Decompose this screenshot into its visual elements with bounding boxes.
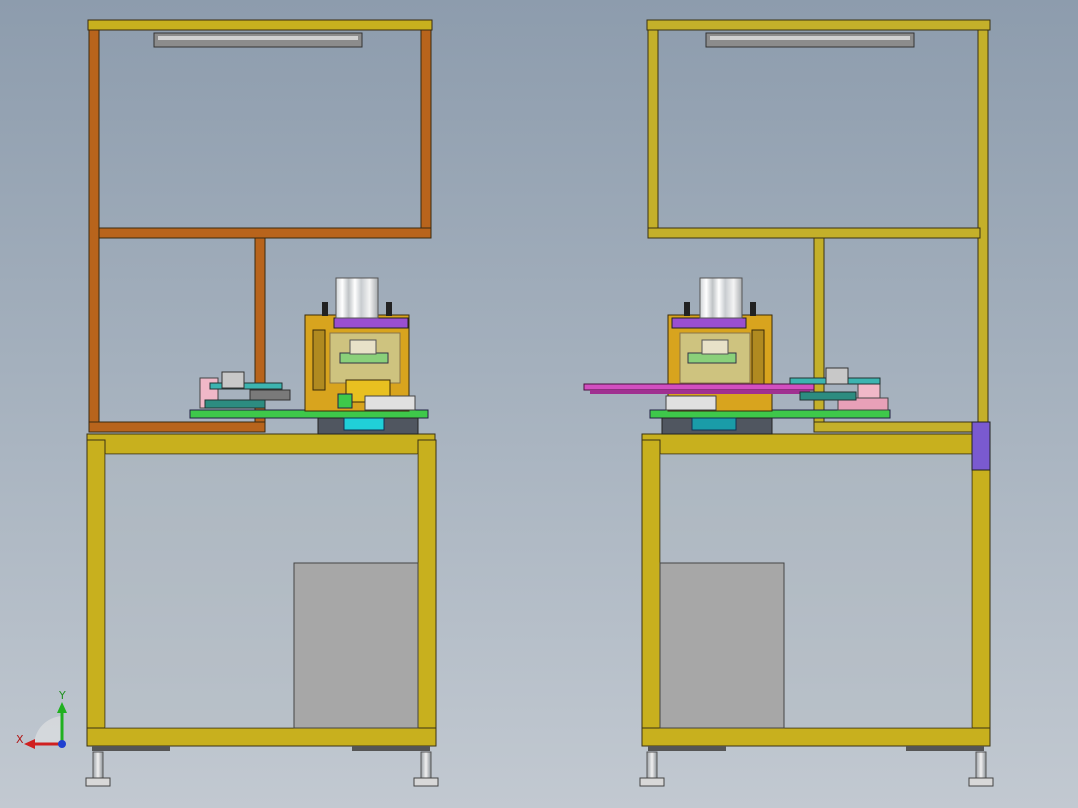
right-light-strip	[710, 36, 910, 40]
z-axis-dot	[58, 740, 66, 748]
right-mount-bracket	[971, 421, 991, 471]
left-machine	[85, 19, 439, 787]
left-cabinet-panel	[293, 562, 419, 729]
right-machine	[583, 19, 994, 787]
left-light-strip	[158, 36, 358, 40]
x-axis-label: X	[16, 733, 24, 746]
right-feet	[639, 746, 994, 787]
machine-assembly-drawing: Y X	[16, 19, 994, 787]
left-feet	[85, 746, 439, 787]
right-press	[583, 277, 891, 435]
right-cabinet-panel	[659, 562, 785, 729]
left-press	[189, 277, 429, 435]
y-axis-label: Y	[58, 689, 66, 702]
axis-triad: Y X	[16, 689, 67, 749]
left-side-fixture	[199, 371, 291, 409]
cad-viewport[interactable]: Y X	[0, 0, 1078, 808]
